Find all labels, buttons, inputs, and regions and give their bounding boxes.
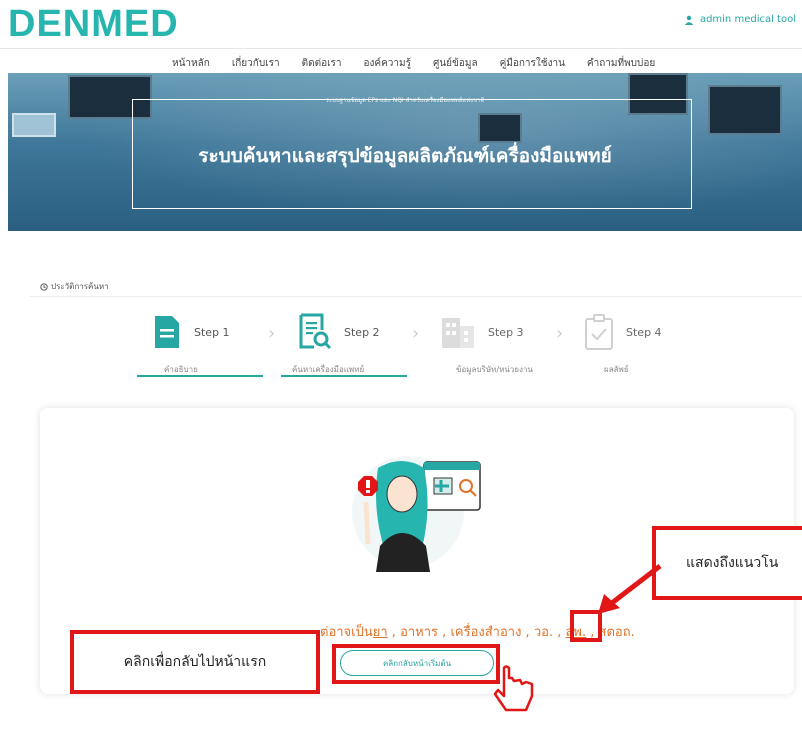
main-nav: หน้าหลัก เกี่ยวกับเรา ติดต่อเรา องค์ความ…	[172, 56, 655, 71]
chevron-right-icon: ›	[556, 323, 564, 344]
step-1-underline	[137, 375, 263, 377]
nav-about[interactable]: เกี่ยวกับเรา	[232, 56, 280, 71]
search-history-label: ประวัติการค้นหา	[51, 282, 109, 291]
link-hazardous[interactable]: วอ.	[534, 625, 553, 640]
step-2-underline	[281, 375, 407, 377]
logo[interactable]: DENMED	[8, 4, 179, 44]
search-history[interactable]: ประวัติการค้นหา	[40, 280, 109, 293]
annotation-right: แสดงถึงแนวโน	[652, 526, 802, 600]
nav-contact[interactable]: ติดต่อเรา	[302, 56, 342, 71]
link-cosmetic[interactable]: เครื่องสำอาง	[450, 625, 521, 640]
header-divider	[0, 48, 802, 49]
message-prefix: ต่อาจเป็น	[320, 625, 373, 640]
step-2[interactable]: Step 2	[298, 312, 380, 352]
hero-banner: ระบบฐานข้อมูล EPs และ NQI สำหรับเครื่องม…	[8, 73, 802, 231]
section-divider	[30, 296, 802, 297]
link-food[interactable]: อาหาร	[400, 625, 438, 640]
step-3-label: Step 3	[488, 325, 524, 339]
user-menu[interactable]: admin medical tool	[684, 14, 796, 25]
step-1[interactable]: Step 1	[152, 312, 230, 352]
link-drug[interactable]: ยา	[373, 625, 388, 640]
step-4-sub: ผลลัพธ์	[604, 365, 629, 374]
user-name: admin medical tool	[699, 14, 796, 25]
step-3-sub: ข้อมูลบริษัท/หน่วยงาน	[456, 365, 533, 374]
chevron-right-icon: ›	[412, 323, 420, 344]
document-icon	[155, 316, 179, 348]
document-search-icon	[299, 313, 332, 350]
user-icon	[684, 15, 694, 25]
step-4-label: Step 4	[626, 325, 662, 339]
history-icon	[40, 282, 48, 291]
step-2-label: Step 2	[344, 325, 380, 339]
link-narcotic[interactable]: สตอถ.	[599, 625, 635, 640]
building-icon	[442, 318, 474, 348]
clipboard-check-icon	[585, 314, 613, 350]
nav-data-center[interactable]: ศูนย์ข้อมูล	[433, 56, 478, 71]
step-1-label: Step 1	[194, 325, 230, 339]
cursor-hand-icon	[493, 665, 534, 712]
step-4[interactable]: Step 4	[584, 312, 662, 352]
annotation-left: คลิกเพื่อกลับไปหน้าแรก	[70, 630, 320, 694]
nav-faq[interactable]: คำถามที่พบบ่อย	[587, 56, 655, 71]
step-3[interactable]: Step 3	[440, 312, 524, 352]
annotation-right-text: แสดงถึงแนวโน	[686, 555, 779, 571]
nav-manual[interactable]: คู่มือการใช้งาน	[500, 56, 565, 71]
hero-title: ระบบค้นหาและสรุปข้อมูลผลิตภัณฑ์เครื่องมื…	[198, 145, 612, 167]
nav-home[interactable]: หน้าหลัก	[172, 56, 210, 71]
arrow-icon	[598, 564, 662, 614]
annotation-button-highlight	[332, 644, 500, 684]
annotation-left-text: คลิกเพื่อกลับไปหน้าแรก	[123, 654, 267, 670]
hero-subtitle: ระบบฐานข้อมูล EPs และ NQI สำหรับเครื่องม…	[325, 97, 485, 104]
doctor-illustration-icon	[352, 456, 481, 572]
nav-knowledge[interactable]: องค์ความรู้	[364, 56, 411, 71]
chevron-right-icon: ›	[268, 323, 276, 344]
